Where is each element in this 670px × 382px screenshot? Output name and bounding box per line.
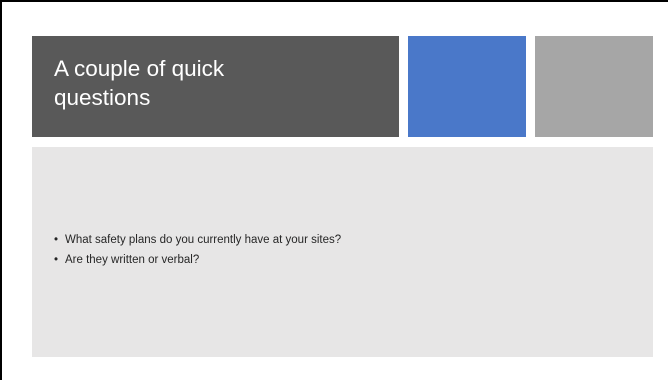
slide-title: A couple of quick questions	[54, 56, 225, 110]
bullet-item: • Are they written or verbal?	[54, 250, 341, 270]
bullet-icon: •	[54, 234, 59, 246]
bullet-text: Are they written or verbal?	[65, 254, 200, 266]
bullet-icon: •	[54, 254, 59, 266]
bullet-item: • What safety plans do you currently hav…	[54, 230, 341, 250]
content-box: • What safety plans do you currently hav…	[32, 147, 653, 357]
slide: A couple of quick questions • What safet…	[0, 0, 668, 380]
title-box: A couple of quick questions	[32, 36, 399, 137]
accent-blue-square	[408, 36, 526, 137]
bullet-list: • What safety plans do you currently hav…	[54, 230, 341, 270]
accent-gray-square	[535, 36, 653, 137]
bullet-text: What safety plans do you currently have …	[65, 234, 342, 246]
